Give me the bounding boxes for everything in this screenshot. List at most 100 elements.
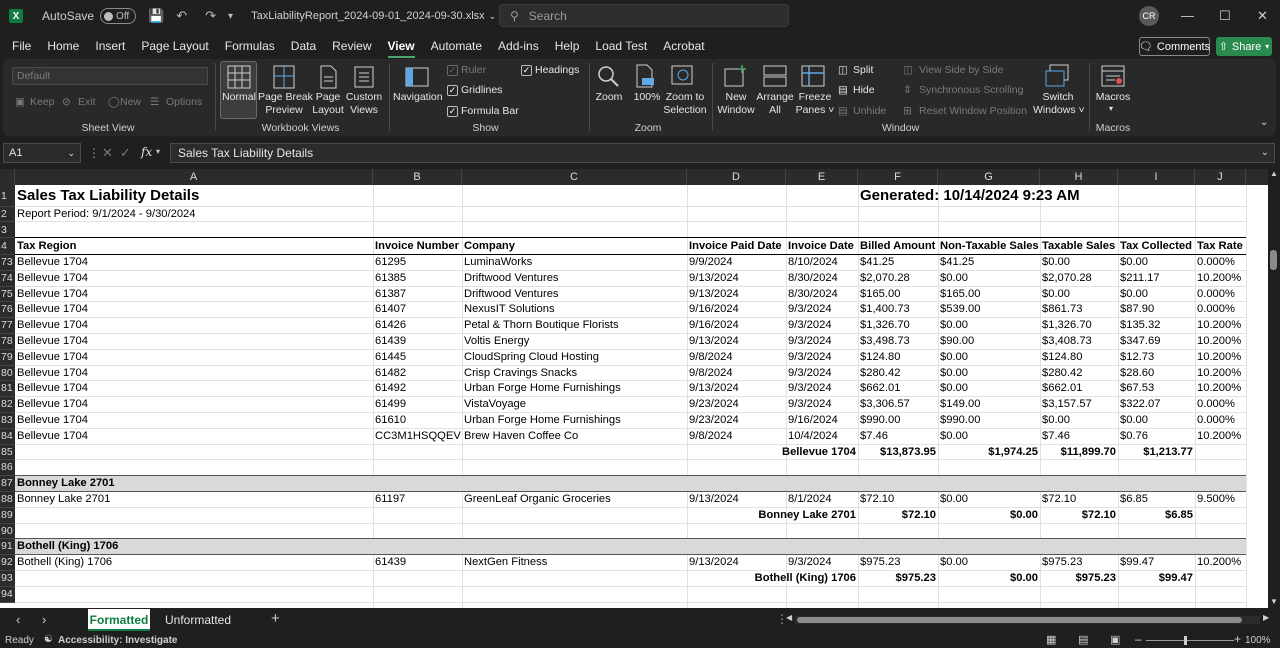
- table-cell[interactable]: 0.000%: [1195, 255, 1246, 271]
- table-cell[interactable]: Bellevue 1704: [15, 381, 373, 397]
- table-cell[interactable]: $124.80: [1040, 350, 1118, 366]
- table-cell[interactable]: 9/3/2024: [786, 366, 858, 382]
- row-header-94[interactable]: 94: [0, 586, 15, 603]
- table-cell[interactable]: $72.10: [1040, 492, 1118, 508]
- column-header-d[interactable]: D: [687, 169, 786, 185]
- row-header-90[interactable]: 90: [0, 523, 15, 540]
- zoom-out-icon[interactable]: –: [1135, 632, 1142, 646]
- search-box[interactable]: ⚲ Search: [499, 4, 789, 27]
- row-header-89[interactable]: 89: [0, 507, 15, 524]
- accessibility-status[interactable]: Accessibility: Investigate: [58, 635, 178, 646]
- name-box[interactable]: A1 ⌄: [3, 143, 81, 163]
- row-header-1[interactable]: 1: [0, 185, 15, 207]
- freeze-panes-label-1[interactable]: Freeze: [795, 91, 835, 103]
- new-window-label-2[interactable]: Window: [716, 104, 756, 116]
- table-cell[interactable]: Voltis Energy: [462, 334, 687, 350]
- subtotal-value[interactable]: $99.47: [1118, 571, 1195, 587]
- table-cell[interactable]: 61197: [373, 492, 462, 508]
- tab-automate[interactable]: Automate: [431, 39, 482, 53]
- table-cell[interactable]: 61407: [373, 302, 462, 318]
- tab-load-test[interactable]: Load Test: [595, 39, 647, 53]
- table-cell[interactable]: 10.200%: [1195, 366, 1246, 382]
- row-header-3[interactable]: 3: [0, 222, 15, 238]
- table-cell[interactable]: 10.200%: [1195, 350, 1246, 366]
- table-cell[interactable]: 61439: [373, 334, 462, 350]
- table-cell[interactable]: $90.00: [938, 334, 1040, 350]
- chevron-down-icon[interactable]: ⌄: [489, 11, 497, 22]
- zoom-in-icon[interactable]: +: [1234, 632, 1241, 646]
- new-view-button[interactable]: New: [120, 96, 141, 108]
- table-cell[interactable]: 61492: [373, 381, 462, 397]
- table-cell[interactable]: $1,326.70: [858, 318, 938, 334]
- column-header-extra[interactable]: [1246, 169, 1268, 185]
- table-cell[interactable]: $3,498.73: [858, 334, 938, 350]
- table-cell[interactable]: 9/8/2024: [687, 350, 786, 366]
- column-header-c[interactable]: C: [462, 169, 687, 185]
- tab-review[interactable]: Review: [332, 39, 371, 53]
- column-heading[interactable]: Invoice Date: [786, 238, 858, 255]
- table-cell[interactable]: 61387: [373, 287, 462, 303]
- table-cell[interactable]: 9/13/2024: [687, 492, 786, 508]
- table-cell[interactable]: $165.00: [938, 287, 1040, 303]
- table-cell[interactable]: $0.00: [1118, 287, 1195, 303]
- table-cell[interactable]: 9/16/2024: [786, 413, 858, 429]
- subtotal-value[interactable]: $1,974.25: [938, 445, 1040, 461]
- table-cell[interactable]: $0.00: [938, 271, 1040, 287]
- row-header-83[interactable]: 83: [0, 413, 15, 429]
- table-cell[interactable]: 8/30/2024: [786, 271, 858, 287]
- table-cell[interactable]: 61439: [373, 555, 462, 571]
- zoom-to-selection-label-1[interactable]: Zoom to: [663, 91, 707, 103]
- custom-views-label-1[interactable]: Custom: [344, 91, 384, 103]
- spreadsheet-grid[interactable]: ABCDEFGHIJ 1 Sales Tax Liability Details G…: [0, 169, 1268, 608]
- customize-toolbar-icon[interactable]: ▾: [228, 11, 233, 22]
- new-window-label-1[interactable]: New: [716, 91, 756, 103]
- report-period[interactable]: Report Period: 9/1/2024 - 9/30/2024: [15, 207, 373, 222]
- subtotal-value[interactable]: $975.23: [1040, 571, 1118, 587]
- zoom-100-label[interactable]: 100%: [631, 91, 663, 103]
- table-cell[interactable]: $0.00: [938, 429, 1040, 445]
- row-header-79[interactable]: 79: [0, 349, 15, 366]
- vertical-scroll-thumb[interactable]: [1270, 250, 1277, 270]
- tab-acrobat[interactable]: Acrobat: [663, 39, 704, 53]
- scroll-left-icon[interactable]: ◀: [786, 613, 792, 622]
- subtotal-label[interactable]: Bellevue 1704: [687, 445, 858, 461]
- table-cell[interactable]: VistaVoyage: [462, 397, 687, 413]
- table-cell[interactable]: 9/13/2024: [687, 334, 786, 350]
- page-layout-label-2[interactable]: Layout: [310, 104, 346, 116]
- tab-file[interactable]: File: [12, 39, 31, 53]
- row-header-82[interactable]: 82: [0, 397, 15, 413]
- row-header-85[interactable]: 85: [0, 444, 15, 461]
- table-cell[interactable]: 10.200%: [1195, 555, 1246, 571]
- table-cell[interactable]: 9/8/2024: [687, 429, 786, 445]
- macros-label[interactable]: Macros: [1093, 91, 1133, 103]
- save-icon[interactable]: 💾: [148, 8, 164, 24]
- ribbon-collapse-icon[interactable]: ⌄: [1260, 117, 1268, 128]
- table-cell[interactable]: GreenLeaf Organic Groceries: [462, 492, 687, 508]
- close-icon[interactable]: ✕: [1257, 8, 1268, 24]
- table-cell[interactable]: 9/23/2024: [687, 397, 786, 413]
- column-header-f[interactable]: F: [858, 169, 938, 185]
- tab-help[interactable]: Help: [555, 39, 580, 53]
- row-header-87[interactable]: 87: [0, 476, 15, 492]
- subtotal-value[interactable]: $72.10: [858, 508, 938, 524]
- table-cell[interactable]: Urban Forge Home Furnishings: [462, 381, 687, 397]
- tab-add-ins[interactable]: Add-ins: [498, 39, 539, 53]
- table-cell[interactable]: 9/3/2024: [786, 397, 858, 413]
- row-header-76[interactable]: 76: [0, 302, 15, 319]
- table-cell[interactable]: 10.200%: [1195, 381, 1246, 397]
- table-cell[interactable]: 10.200%: [1195, 271, 1246, 287]
- column-heading[interactable]: Non-Taxable Sales: [938, 238, 1040, 255]
- page-break-view-icon[interactable]: ▣: [1110, 633, 1120, 646]
- table-cell[interactable]: 10.200%: [1195, 334, 1246, 350]
- page-layout-view-icon[interactable]: ▤: [1078, 633, 1088, 646]
- table-cell[interactable]: $211.17: [1118, 271, 1195, 287]
- table-cell[interactable]: $662.01: [1040, 381, 1118, 397]
- table-cell[interactable]: $975.23: [1040, 555, 1118, 571]
- row-header-93[interactable]: 93: [0, 571, 15, 587]
- table-cell[interactable]: 61445: [373, 350, 462, 366]
- row-header-73[interactable]: 73: [0, 255, 15, 271]
- table-cell[interactable]: $135.32: [1118, 318, 1195, 334]
- prev-sheet-icon[interactable]: ‹: [16, 612, 20, 627]
- table-cell[interactable]: 61426: [373, 318, 462, 334]
- comments-button[interactable]: 🗨 Comments: [1139, 37, 1210, 56]
